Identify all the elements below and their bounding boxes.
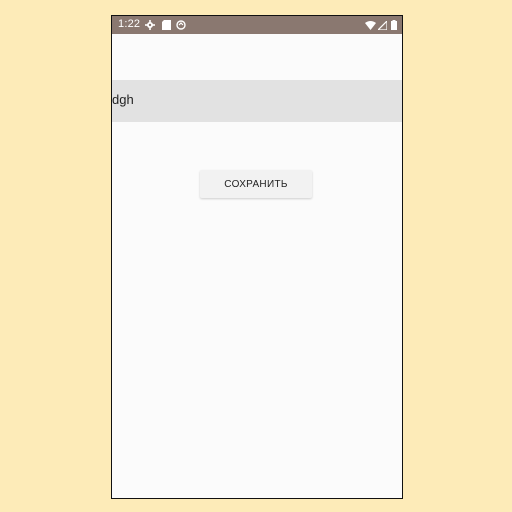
settings-icon	[144, 19, 156, 31]
save-button[interactable]: СОХРАНИТЬ	[200, 170, 312, 198]
phone-screen: 1:22 dgh СОХРАНИТЬ	[111, 15, 403, 499]
text-input-field[interactable]: dgh	[112, 80, 402, 122]
status-time: 1:22	[118, 18, 141, 30]
input-value: dgh	[112, 92, 134, 107]
sd-card-icon	[160, 19, 172, 31]
status-bar: 1:22	[112, 16, 402, 34]
battery-icon	[388, 19, 400, 31]
signal-icon	[376, 19, 388, 31]
sync-icon	[175, 19, 187, 31]
wifi-icon	[364, 19, 376, 31]
